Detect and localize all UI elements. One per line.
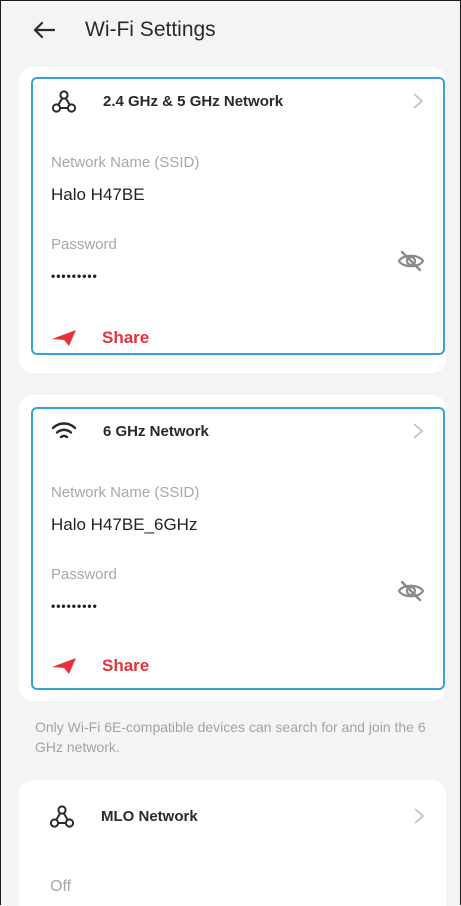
back-button[interactable] (31, 17, 57, 43)
network-title: 2.4 GHz & 5 GHz Network (103, 93, 284, 110)
share-button[interactable]: Share (51, 654, 149, 678)
send-icon (52, 330, 76, 346)
send-icon (52, 658, 76, 674)
network-nodes-icon (51, 90, 77, 113)
chevron-right-icon (413, 423, 424, 439)
network-nodes-icon (49, 805, 75, 828)
network-card-header[interactable]: 2.4 GHz & 5 GHz Network (33, 79, 443, 123)
mlo-title: MLO Network (101, 808, 198, 825)
page-title: Wi-Fi Settings (85, 18, 216, 41)
chevron-right-icon (414, 808, 425, 824)
ssid-label: Network Name (SSID) (51, 484, 200, 501)
password-value: ••••••••• (51, 599, 98, 613)
share-button[interactable]: Share (51, 326, 149, 350)
ssid-value: Halo H47BE_6GHz (51, 515, 198, 534)
6ghz-compatibility-note: Only Wi-Fi 6E-compatible devices can sea… (35, 719, 426, 755)
eye-off-icon (397, 580, 425, 602)
mlo-network-panel: MLO Network Off (19, 780, 446, 906)
share-label: Share (102, 328, 150, 347)
wifi-icon (51, 422, 77, 439)
password-label: Password (51, 566, 117, 583)
password-label: Password (51, 236, 117, 253)
mlo-network-row[interactable]: MLO Network (19, 780, 446, 850)
share-label: Share (102, 656, 150, 675)
eye-off-icon (397, 250, 425, 272)
network-card-dual-band: 2.4 GHz & 5 GHz Network Network Name (SS… (31, 77, 445, 355)
toggle-password-visibility-button[interactable] (397, 249, 425, 273)
arrow-left-icon (33, 21, 55, 39)
network-card-header[interactable]: 6 GHz Network (33, 409, 443, 453)
wifi-settings-screen: Wi-Fi Settings 2.4 GHz & 5 GHz Network N… (0, 0, 461, 906)
mlo-status: Off (50, 878, 72, 895)
network-title: 6 GHz Network (103, 423, 209, 440)
toggle-password-visibility-button[interactable] (397, 579, 425, 603)
chevron-right-icon (413, 93, 424, 109)
ssid-value: Halo H47BE (51, 185, 145, 204)
network-card-6ghz: 6 GHz Network Network Name (SSID) Halo H… (31, 407, 445, 690)
top-bar: Wi-Fi Settings (1, 1, 460, 61)
password-value: ••••••••• (51, 269, 98, 283)
ssid-label: Network Name (SSID) (51, 154, 200, 171)
